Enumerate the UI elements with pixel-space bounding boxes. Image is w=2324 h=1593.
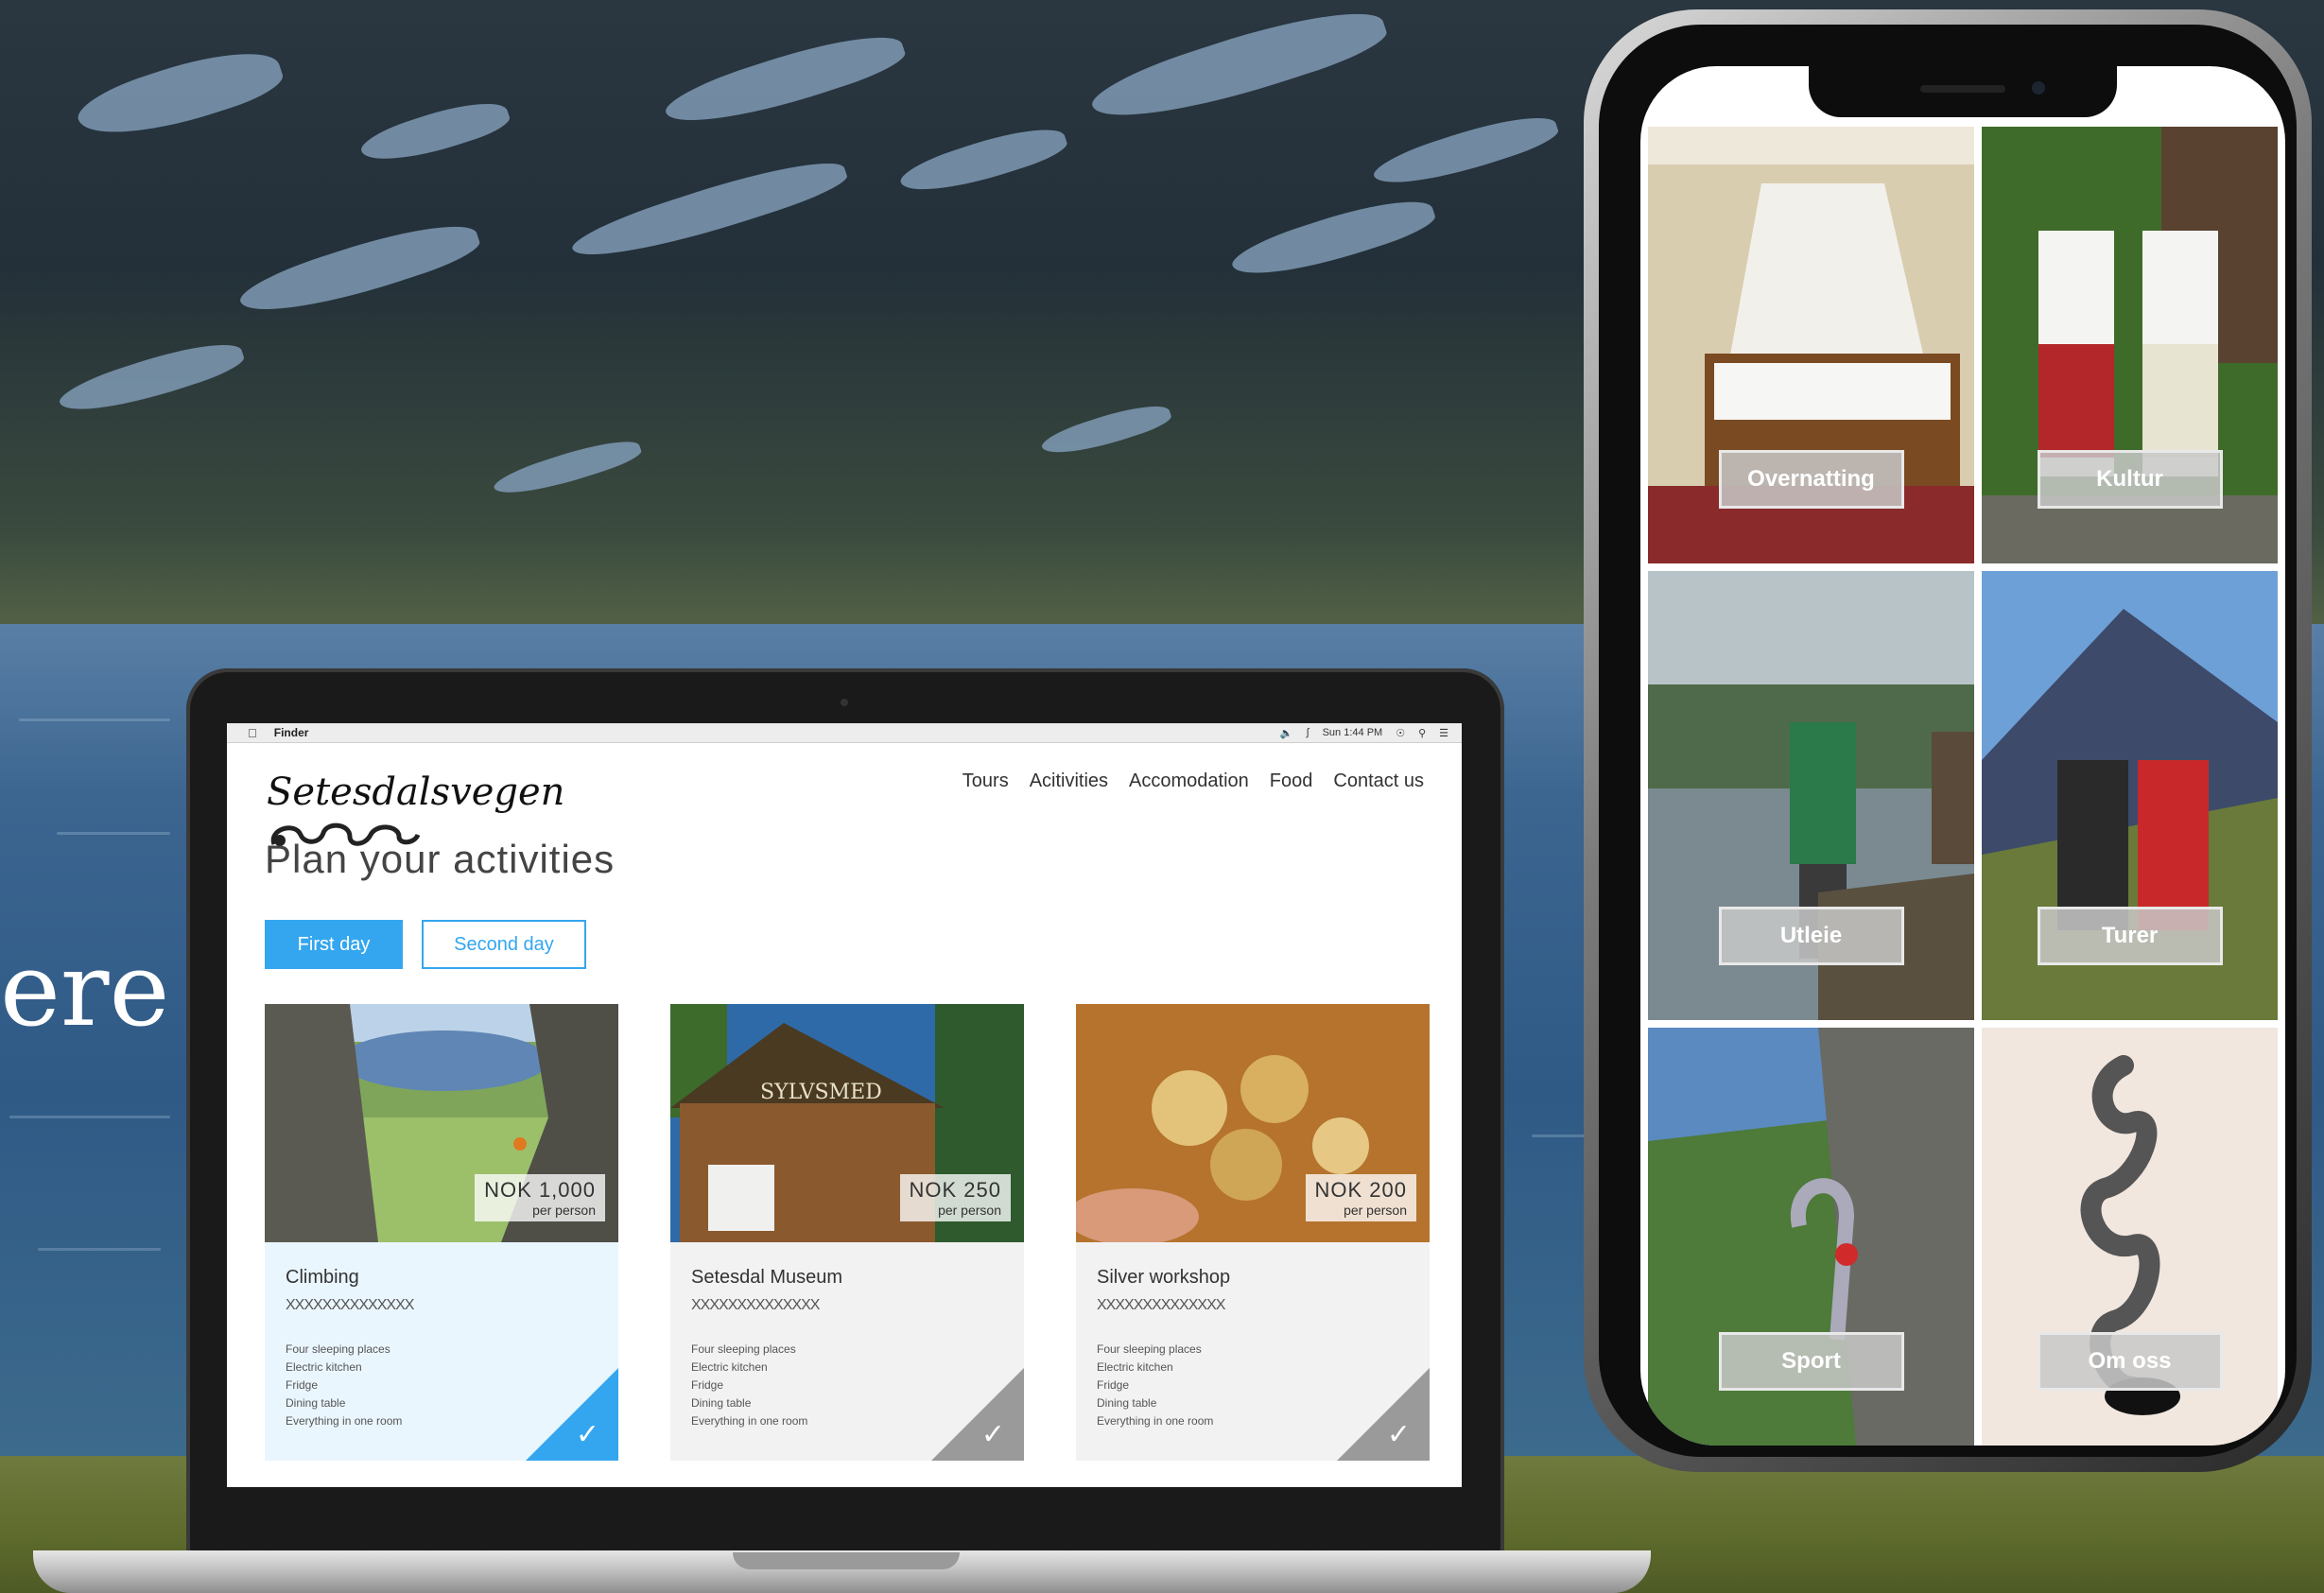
speaker-grille [1920,85,2005,93]
page-title: Plan your activities [265,837,616,881]
list-icon[interactable]: ☰ [1439,727,1448,739]
price-unit: per person [938,1203,1001,1218]
tile-label: Kultur [2037,450,2223,509]
price-unit: per person [532,1203,596,1218]
feature-item: Everything in one room [691,1414,808,1428]
background-heading: ere [0,931,170,1049]
card-title: Climbing [286,1267,359,1288]
nav-accommodation[interactable]: Accomodation [1129,771,1249,792]
price-amount: NOK 250 [909,1178,1001,1202]
card-title: Silver workshop [1097,1267,1231,1288]
feature-list: Four sleeping places Electric kitchen Fr… [691,1341,807,1430]
feature-list: Four sleeping places Electric kitchen Fr… [1097,1341,1213,1430]
activity-card-silver[interactable]: NOK 200 per person Silver workshop XXXXX… [1076,1004,1430,1461]
feature-item: Dining table [286,1396,346,1410]
tile-label: Utleie [1718,907,1904,965]
checkmark-icon: ✓ [1386,1419,1411,1450]
feature-item: Fridge [691,1378,724,1392]
card-subtitle: XXXXXXXXXXXXXX [691,1297,820,1313]
card-title: Setesdal Museum [691,1267,843,1288]
price-tag: NOK 250 per person [899,1174,1011,1221]
tile-utleie[interactable]: Utleie [1648,571,1974,1020]
laptop-camera [841,699,848,706]
feature-item: Dining table [691,1396,752,1410]
activity-card-climbing[interactable]: NOK 1,000 per person Climbing XXXXXXXXXX… [265,1004,618,1461]
feature-item: Fridge [1097,1378,1130,1392]
activity-card-museum[interactable]: SYLVSMED NOK 250 per person Setesdal Mus… [670,1004,1024,1461]
tile-label: Sport [1718,1332,1904,1391]
nav-tours[interactable]: Tours [963,771,1009,792]
tile-kultur[interactable]: Kultur [1982,127,2278,563]
tile-om-oss[interactable]: Om oss [1982,1028,2278,1446]
phone-notch [1809,66,2117,117]
main-nav: Tours Acitivities Accomodation Food Cont… [963,771,1424,792]
feature-item: Everything in one room [286,1414,403,1428]
feature-list: Four sleeping places Electric kitchen Fr… [286,1341,402,1430]
laptop-base-notch [733,1552,960,1569]
menubar-clock[interactable]: Sun 1:44 PM [1323,727,1383,738]
volume-icon[interactable]: 🔈 [1280,727,1293,739]
tile-turer[interactable]: Turer [1982,571,2278,1020]
select-corner[interactable] [1337,1368,1430,1461]
phone-bezel: Overnatting Kultur Utleie Turer Sport Om… [1599,25,2297,1457]
price-tag: NOK 200 per person [1305,1174,1416,1221]
mac-menubar:  Finder 🔈 ∫ Sun 1:44 PM ☉ ⚲ ☰ [227,723,1462,743]
tile-sport[interactable]: Sport [1648,1028,1974,1446]
wifi-icon[interactable]: ☉ [1396,727,1405,739]
laptop-screen:  Finder 🔈 ∫ Sun 1:44 PM ☉ ⚲ ☰ Setesdals… [227,723,1462,1487]
site-logo[interactable]: Setesdalsvegen [267,771,564,814]
feature-item: Four sleeping places [691,1342,796,1356]
search-icon[interactable]: ⚲ [1418,727,1426,739]
first-day-button[interactable]: First day [265,920,403,969]
nav-contact[interactable]: Contact us [1333,771,1424,792]
feature-item: Electric kitchen [691,1360,768,1374]
feature-item: Four sleeping places [286,1342,390,1356]
checkmark-icon: ✓ [575,1419,599,1450]
svg-text:SYLVSMED: SYLVSMED [760,1081,882,1104]
select-corner[interactable] [526,1368,618,1461]
second-day-button[interactable]: Second day [422,920,586,969]
nav-activities[interactable]: Acitivities [1030,771,1108,792]
menubar-app-name[interactable]: Finder [274,726,309,739]
price-amount: NOK 200 [1314,1178,1407,1202]
select-corner[interactable] [931,1368,1024,1461]
laptop-mockup:  Finder 🔈 ∫ Sun 1:44 PM ☉ ⚲ ☰ Setesdals… [186,668,1504,1557]
phone-screen: Overnatting Kultur Utleie Turer Sport Om… [1640,66,2285,1446]
price-amount: NOK 1,000 [484,1178,596,1202]
feature-item: Dining table [1097,1396,1157,1410]
feature-item: Four sleeping places [1097,1342,1202,1356]
tile-label: Turer [2037,907,2223,965]
price-unit: per person [1344,1203,1407,1218]
card-subtitle: XXXXXXXXXXXXXX [286,1297,414,1313]
front-camera [2032,81,2045,95]
feature-item: Everything in one room [1097,1414,1214,1428]
phone-mockup: Overnatting Kultur Utleie Turer Sport Om… [1584,9,2312,1472]
feature-item: Fridge [286,1378,319,1392]
checkmark-icon: ✓ [980,1419,1005,1450]
bluetooth-icon[interactable]: ∫ [1307,727,1309,738]
card-subtitle: XXXXXXXXXXXXXX [1097,1297,1225,1313]
feature-item: Electric kitchen [1097,1360,1173,1374]
tile-overnatting[interactable]: Overnatting [1648,127,1974,563]
feature-item: Electric kitchen [286,1360,362,1374]
price-tag: NOK 1,000 per person [475,1174,605,1221]
tile-label: Om oss [2037,1332,2223,1391]
tile-label: Overnatting [1718,450,1904,509]
nav-food[interactable]: Food [1270,771,1313,792]
apple-icon[interactable]:  [248,726,257,740]
